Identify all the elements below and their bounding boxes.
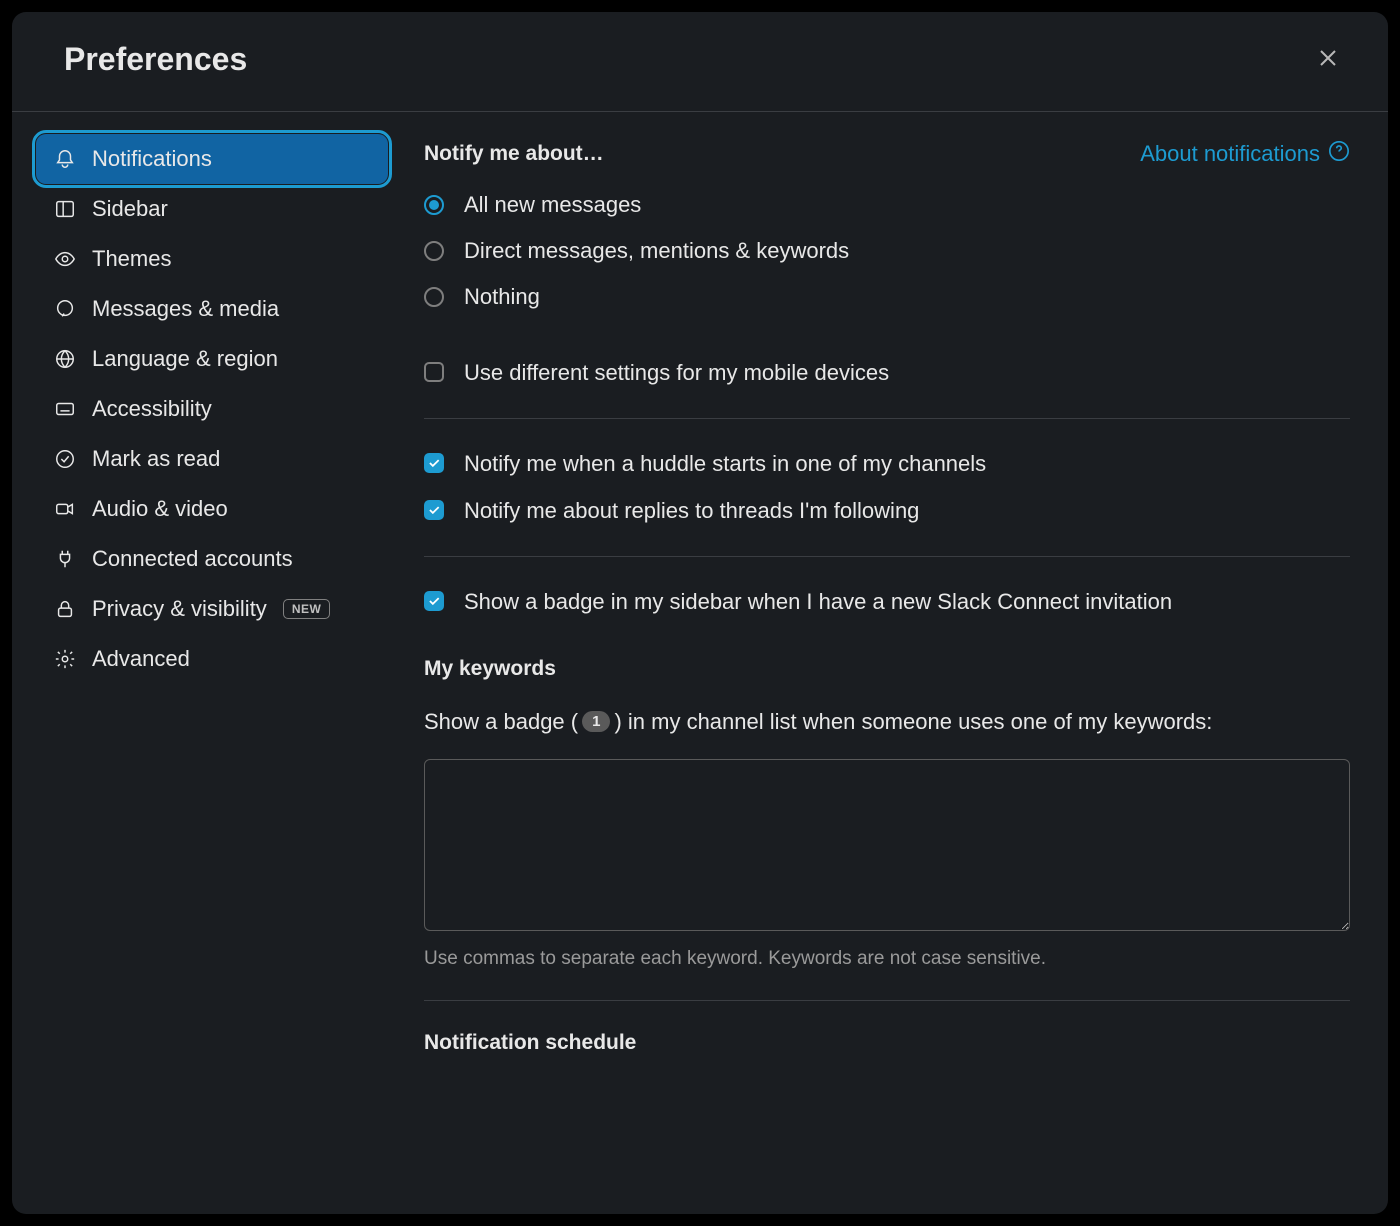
video-icon — [54, 498, 76, 520]
checkbox-mobile-settings[interactable]: Use different settings for my mobile dev… — [424, 358, 1350, 388]
sidebar-item-sidebar[interactable]: Sidebar — [36, 184, 388, 234]
checkbox-indicator — [424, 591, 444, 611]
checkbox-thread-replies[interactable]: Notify me about replies to threads I'm f… — [424, 496, 1350, 526]
about-notifications-label: About notifications — [1140, 141, 1320, 167]
radio-indicator — [424, 195, 444, 215]
sidebar-item-label: Accessibility — [92, 396, 212, 422]
close-button[interactable] — [1310, 40, 1346, 79]
close-icon — [1316, 46, 1340, 73]
eye-icon — [54, 248, 76, 270]
radio-nothing[interactable]: Nothing — [424, 284, 1350, 310]
checkbox-indicator — [424, 362, 444, 382]
badge-count-pill: 1 — [582, 711, 610, 732]
help-icon — [1328, 140, 1350, 168]
sidebar-item-label: Mark as read — [92, 446, 220, 472]
checkbox-indicator — [424, 453, 444, 473]
modal-body: Notifications Sidebar Themes Messages & … — [12, 112, 1388, 1214]
keywords-textarea[interactable] — [424, 759, 1350, 931]
bell-icon — [54, 148, 76, 170]
sidebar-item-label: Language & region — [92, 346, 278, 372]
checkbox-huddle-start[interactable]: Notify me when a huddle starts in one of… — [424, 449, 1350, 479]
keywords-section: My keywords Show a badge ( 1 ) in my cha… — [424, 657, 1350, 970]
sidebar-item-language-region[interactable]: Language & region — [36, 334, 388, 384]
preferences-content: Notify me about… About notifications All… — [412, 112, 1388, 1214]
divider — [424, 1000, 1350, 1001]
sidebar-panel-icon — [54, 198, 76, 220]
sidebar-item-label: Messages & media — [92, 296, 279, 322]
sidebar-item-label: Notifications — [92, 146, 212, 172]
speech-bubble-icon — [54, 298, 76, 320]
radio-indicator — [424, 287, 444, 307]
schedule-section: Notification schedule — [424, 1031, 1350, 1055]
keywords-description: Show a badge ( 1 ) in my channel list wh… — [424, 709, 1350, 735]
radio-label: All new messages — [464, 192, 641, 218]
sidebar-item-themes[interactable]: Themes — [36, 234, 388, 284]
sidebar-item-label: Privacy & visibility — [92, 596, 267, 622]
new-badge: NEW — [283, 599, 331, 619]
divider — [424, 418, 1350, 419]
keywords-hint: Use commas to separate each keyword. Key… — [424, 948, 1350, 970]
checkbox-label: Notify me when a huddle starts in one of… — [464, 449, 986, 479]
checkbox-label: Use different settings for my mobile dev… — [464, 358, 889, 388]
gear-icon — [54, 648, 76, 670]
sidebar-item-messages-media[interactable]: Messages & media — [36, 284, 388, 334]
radio-label: Direct messages, mentions & keywords — [464, 238, 849, 264]
sidebar-item-label: Connected accounts — [92, 546, 293, 572]
keywords-title: My keywords — [424, 657, 1350, 681]
modal-title: Preferences — [64, 41, 247, 78]
sidebar-item-label: Sidebar — [92, 196, 168, 222]
keywords-desc-suffix: ) in my channel list when someone uses o… — [614, 709, 1212, 735]
radio-label: Nothing — [464, 284, 540, 310]
sidebar-item-connected-accounts[interactable]: Connected accounts — [36, 534, 388, 584]
radio-indicator — [424, 241, 444, 261]
checkmark-circle-icon — [54, 448, 76, 470]
sidebar-item-label: Themes — [92, 246, 171, 272]
notify-radio-group: All new messages Direct messages, mentio… — [424, 192, 1350, 310]
modal-header: Preferences — [12, 12, 1388, 112]
keyboard-icon — [54, 398, 76, 420]
checkbox-label: Show a badge in my sidebar when I have a… — [464, 587, 1172, 617]
sidebar-item-label: Advanced — [92, 646, 190, 672]
sidebar-item-label: Audio & video — [92, 496, 228, 522]
radio-direct-mentions-keywords[interactable]: Direct messages, mentions & keywords — [424, 238, 1350, 264]
preferences-modal: Preferences Notifications Sidebar — [12, 12, 1388, 1214]
checkbox-slack-connect-badge[interactable]: Show a badge in my sidebar when I have a… — [424, 587, 1350, 617]
sidebar-item-advanced[interactable]: Advanced — [36, 634, 388, 684]
notify-section-title: Notify me about… — [424, 142, 604, 166]
radio-all-new-messages[interactable]: All new messages — [424, 192, 1350, 218]
preferences-sidebar: Notifications Sidebar Themes Messages & … — [12, 112, 412, 1214]
sidebar-item-accessibility[interactable]: Accessibility — [36, 384, 388, 434]
plug-icon — [54, 548, 76, 570]
sidebar-item-notifications[interactable]: Notifications — [36, 134, 388, 184]
globe-icon — [54, 348, 76, 370]
keywords-desc-prefix: Show a badge ( — [424, 709, 578, 735]
sidebar-item-audio-video[interactable]: Audio & video — [36, 484, 388, 534]
divider — [424, 556, 1350, 557]
section-header: Notify me about… About notifications — [424, 140, 1350, 168]
lock-icon — [54, 598, 76, 620]
sidebar-item-mark-as-read[interactable]: Mark as read — [36, 434, 388, 484]
schedule-title: Notification schedule — [424, 1031, 1350, 1055]
checkbox-indicator — [424, 500, 444, 520]
about-notifications-link[interactable]: About notifications — [1140, 140, 1350, 168]
checkbox-label: Notify me about replies to threads I'm f… — [464, 496, 919, 526]
sidebar-item-privacy-visibility[interactable]: Privacy & visibility NEW — [36, 584, 388, 634]
